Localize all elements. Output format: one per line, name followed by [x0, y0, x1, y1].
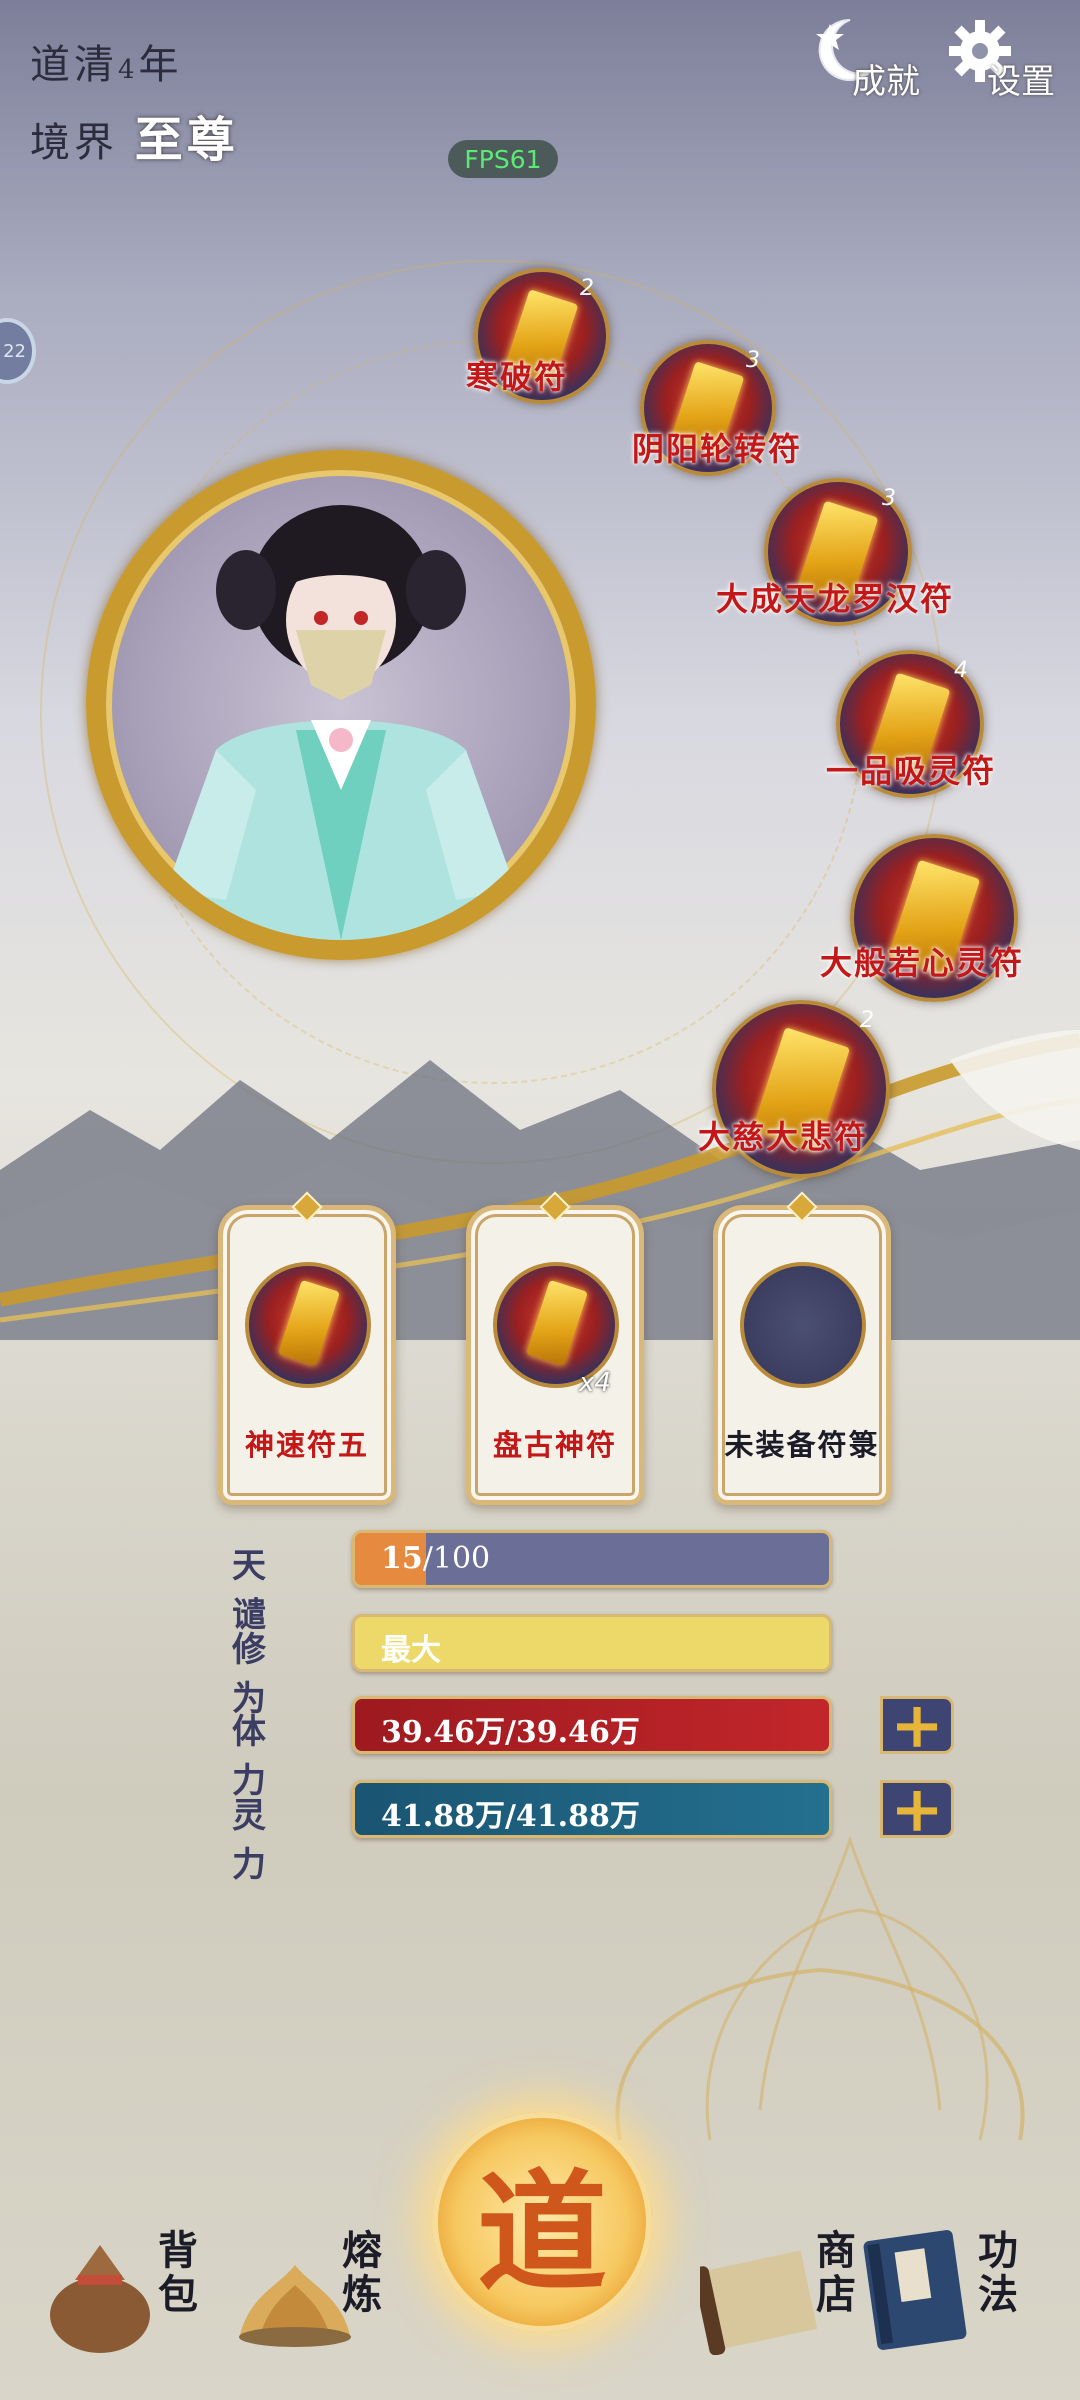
- nav-bag-label: 背包: [158, 2227, 198, 2318]
- bag-icon: [50, 2245, 150, 2353]
- tili-plus-button[interactable]: +: [880, 1688, 954, 1763]
- talisman-name: 大慈大悲符: [698, 1118, 869, 1156]
- xiuwei-value: 最大: [381, 1633, 441, 1668]
- talisman-name: 寒破符: [466, 358, 569, 396]
- tili-bar: 39.46万/39.46万: [352, 1696, 832, 1754]
- nav-smelt-label: 熔炼: [342, 2227, 382, 2318]
- nav-bag-button[interactable]: 背包: [40, 2225, 210, 2365]
- era-label: 道清: [30, 42, 118, 88]
- nav-dao-button[interactable]: 道: [432, 2112, 652, 2332]
- character-figure: [166, 505, 516, 940]
- lingli-value: 41.88万/41.88万: [381, 1799, 640, 1834]
- nav-smelt-button[interactable]: 熔炼: [230, 2225, 400, 2365]
- settings-label: 设置: [987, 62, 1055, 102]
- nav-shop-label: 商店: [816, 2227, 856, 2318]
- talisman-name: 大成天龙罗汉符: [716, 580, 955, 618]
- lingli-bar: 41.88万/41.88万: [352, 1780, 832, 1838]
- plus-icon: +: [890, 1771, 944, 1847]
- slot-empty-orb: [740, 1262, 866, 1388]
- side-level-badge[interactable]: 22: [0, 318, 36, 384]
- tianqian-bar: 15/100: [352, 1530, 832, 1588]
- talisman-count: 4: [954, 658, 968, 683]
- lingli-plus-button[interactable]: +: [880, 1772, 954, 1847]
- achievements-button[interactable]: 成就: [810, 10, 930, 102]
- realm-label: 境界: [30, 120, 118, 166]
- xiuwei-bar: 最大: [352, 1614, 832, 1672]
- talisman-count: 3: [882, 486, 896, 511]
- talisman-slot-1[interactable]: 神速符五: [218, 1191, 396, 1505]
- nav-skills-label: 功法: [978, 2227, 1018, 2318]
- era-unit: 年: [138, 42, 183, 88]
- nav-skills-button[interactable]: 功法: [860, 2225, 1030, 2365]
- talisman-name: 大般若心灵符: [820, 944, 1025, 982]
- lotus-furnace-icon: [239, 2265, 351, 2347]
- talisman-name: 一品吸灵符: [826, 752, 997, 790]
- dao-label: 道: [476, 2156, 607, 2309]
- talisman-name: 阴阳轮转符: [632, 430, 803, 468]
- slot-label: 盘古神符: [492, 1428, 617, 1462]
- talisman-count: 2: [580, 276, 594, 301]
- slot-talisman-orb: [245, 1262, 371, 1388]
- tianqian-max: /100: [422, 1541, 491, 1576]
- plus-icon: +: [890, 1687, 944, 1763]
- slot-label: 神速符五: [244, 1428, 369, 1462]
- tianqian-value: 15/100: [381, 1541, 490, 1576]
- realm-display: 境界 至尊: [30, 100, 239, 170]
- realm-value: 至尊: [134, 112, 239, 168]
- stat-name: 灵力: [232, 1796, 276, 1885]
- talisman-count: 2: [860, 1008, 874, 1033]
- talisman-slot-3[interactable]: 未装备符箓: [713, 1191, 891, 1505]
- talisman-slot-2[interactable]: x4 盘古神符: [466, 1191, 644, 1505]
- tianqian-current: 15: [381, 1541, 423, 1576]
- slot-label: 未装备符箓: [724, 1428, 880, 1462]
- fps-counter: FPS61: [448, 140, 558, 178]
- talisman-count: 3: [746, 348, 760, 373]
- achievements-label: 成就: [852, 62, 920, 102]
- era-year: 4: [118, 55, 139, 85]
- book-icon: [863, 2230, 967, 2350]
- scroll-map-icon: [700, 2250, 818, 2355]
- nav-shop-button[interactable]: 商店: [700, 2225, 870, 2365]
- settings-button[interactable]: 设置: [945, 10, 1065, 102]
- era-display: 道清4年: [30, 32, 183, 90]
- slot-count: x4: [579, 1368, 611, 1398]
- tili-value: 39.46万/39.46万: [381, 1715, 640, 1750]
- character-portrait[interactable]: [86, 450, 596, 960]
